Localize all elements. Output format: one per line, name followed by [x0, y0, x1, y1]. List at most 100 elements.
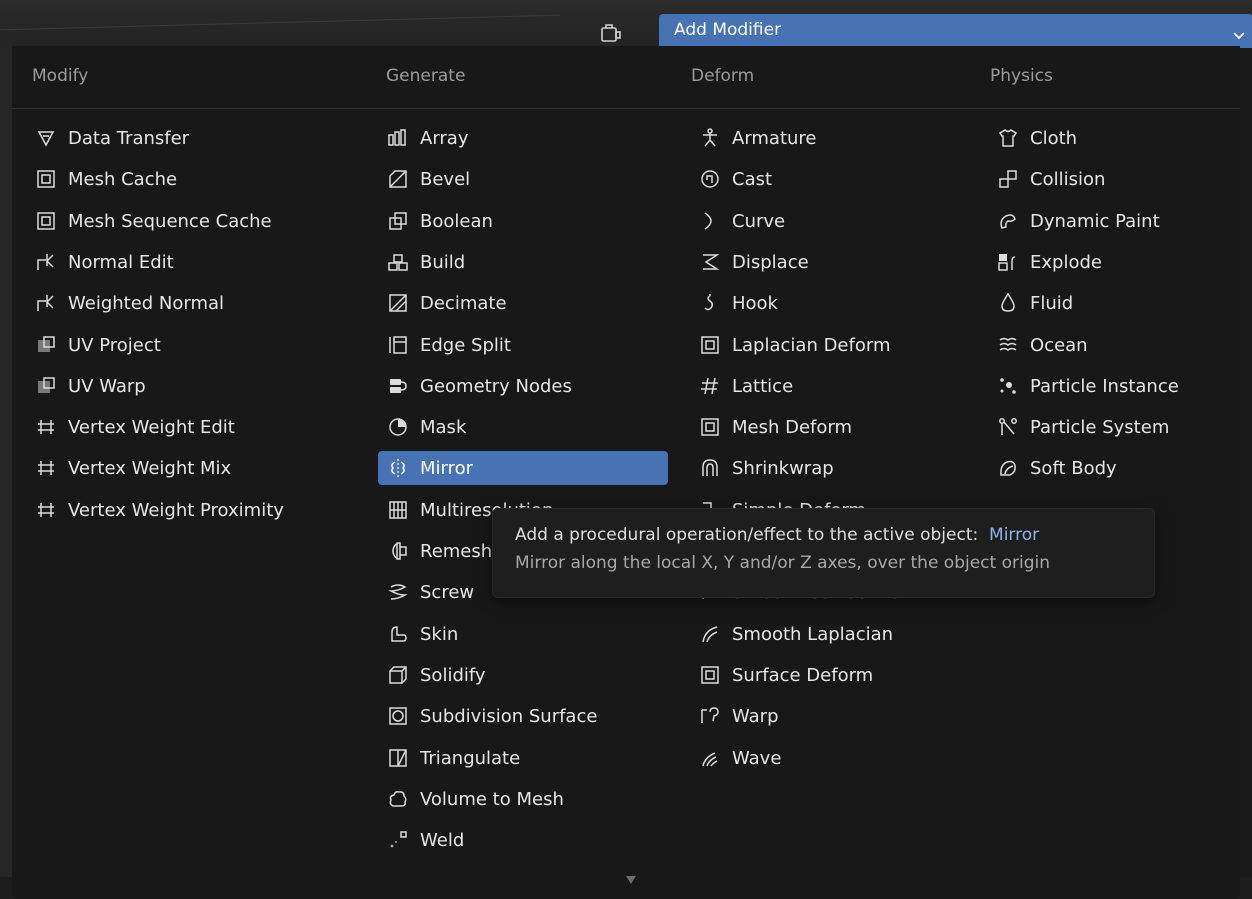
menu-item-vertex-weight-edit[interactable]: Vertex Weight Edit: [26, 410, 346, 444]
menu-item-label: UV Warp: [68, 375, 146, 397]
menu-item-curve[interactable]: Curve: [690, 204, 970, 238]
menu-item-label: Bevel: [420, 168, 471, 190]
cloth-icon: [996, 126, 1020, 150]
triangulate-icon: [386, 746, 410, 770]
menu-item-volume-to-mesh[interactable]: Volume to Mesh: [378, 782, 668, 816]
menu-item-surface-deform[interactable]: Surface Deform: [690, 658, 970, 692]
menu-item-mesh-sequence-cache[interactable]: Mesh Sequence Cache: [26, 204, 346, 238]
menu-item-particle-system[interactable]: Particle System: [988, 410, 1228, 444]
surface-deform-icon: [698, 663, 722, 687]
menu-item-solidify[interactable]: Solidify: [378, 658, 668, 692]
shrinkwrap-icon: [698, 456, 722, 480]
menu-item-label: Data Transfer: [68, 127, 190, 149]
menu-item-label: Lattice: [732, 375, 794, 397]
menu-item-cast[interactable]: Cast: [690, 162, 970, 196]
vertex-weight-icon: [34, 498, 58, 522]
menu-item-wave[interactable]: Wave: [690, 741, 970, 775]
menu-item-data-transfer[interactable]: Data Transfer: [26, 121, 346, 155]
menu-item-dynamic-paint[interactable]: Dynamic Paint: [988, 204, 1228, 238]
viewport-edge: [0, 46, 12, 899]
particle-system-icon: [996, 415, 1020, 439]
skin-icon: [386, 622, 410, 646]
menu-item-uv-warp[interactable]: UV Warp: [26, 369, 346, 403]
menu-item-label: Fluid: [1030, 292, 1074, 314]
menu-item-edge-split[interactable]: Edge Split: [378, 328, 668, 362]
scroll-down-arrow-icon[interactable]: [626, 876, 636, 884]
modifier-properties-icon[interactable]: [598, 20, 624, 46]
boolean-icon: [386, 209, 410, 233]
menu-item-weighted-normal[interactable]: Weighted Normal: [26, 286, 346, 320]
ocean-icon: [996, 333, 1020, 357]
menu-item-mesh-cache[interactable]: Mesh Cache: [26, 162, 346, 196]
menu-item-hook[interactable]: Hook: [690, 286, 970, 320]
menu-item-label: Vertex Weight Proximity: [68, 499, 284, 521]
menu-item-mesh-deform[interactable]: Mesh Deform: [690, 410, 970, 444]
menu-item-vertex-weight-mix[interactable]: Vertex Weight Mix: [26, 451, 346, 485]
menu-item-decimate[interactable]: Decimate: [378, 286, 668, 320]
menu-item-label: Vertex Weight Mix: [68, 457, 232, 479]
column-header-generate: Generate: [386, 66, 466, 86]
menu-item-label: Triangulate: [420, 747, 521, 769]
menu-item-weld[interactable]: Weld: [378, 823, 668, 857]
menu-item-particle-instance[interactable]: Particle Instance: [988, 369, 1228, 403]
fluid-icon: [996, 291, 1020, 315]
menu-item-label: Decimate: [420, 292, 507, 314]
menu-item-geometry-nodes[interactable]: Geometry Nodes: [378, 369, 668, 403]
solidify-icon: [386, 663, 410, 687]
menu-item-uv-project[interactable]: UV Project: [26, 328, 346, 362]
menu-item-shrinkwrap[interactable]: Shrinkwrap: [690, 451, 970, 485]
wave-icon: [698, 746, 722, 770]
soft-body-icon: [996, 456, 1020, 480]
menu-item-label: Cloth: [1030, 127, 1078, 149]
menu-item-boolean[interactable]: Boolean: [378, 204, 668, 238]
add-modifier-label: Add Modifier: [674, 20, 782, 40]
smooth-laplacian-icon: [698, 622, 722, 646]
column-header-deform: Deform: [691, 66, 755, 86]
menu-item-label: Armature: [732, 127, 817, 149]
menu-item-label: Dynamic Paint: [1030, 210, 1160, 232]
menu-item-label: Array: [420, 127, 469, 149]
menu-item-cloth[interactable]: Cloth: [988, 121, 1228, 155]
menu-item-lattice[interactable]: Lattice: [690, 369, 970, 403]
weld-icon: [386, 828, 410, 852]
menu-item-label: Weighted Normal: [68, 292, 225, 314]
menu-item-label: Solidify: [420, 664, 486, 686]
menu-item-mirror[interactable]: Mirror: [378, 451, 668, 485]
menu-item-soft-body[interactable]: Soft Body: [988, 451, 1228, 485]
menu-item-collision[interactable]: Collision: [988, 162, 1228, 196]
weighted-normal-icon: [34, 291, 58, 315]
menu-item-subdivision-surface[interactable]: Subdivision Surface: [378, 699, 668, 733]
menu-item-fluid[interactable]: Fluid: [988, 286, 1228, 320]
multiresolution-icon: [386, 498, 410, 522]
menu-item-armature[interactable]: Armature: [690, 121, 970, 155]
uv-project-icon: [34, 333, 58, 357]
chevron-down-icon: [1233, 26, 1245, 45]
menu-item-label: Smooth Laplacian: [732, 623, 894, 645]
add-modifier-dropdown[interactable]: Add Modifier: [659, 14, 1252, 48]
menu-item-label: UV Project: [68, 334, 161, 356]
menu-item-warp[interactable]: Warp: [690, 699, 970, 733]
particle-instance-icon: [996, 374, 1020, 398]
menu-item-skin[interactable]: Skin: [378, 617, 668, 651]
menu-item-build[interactable]: Build: [378, 245, 668, 279]
screw-icon: [386, 580, 410, 604]
menu-item-ocean[interactable]: Ocean: [988, 328, 1228, 362]
menu-item-vertex-weight-proximity[interactable]: Vertex Weight Proximity: [26, 493, 346, 527]
menu-item-smooth-laplacian[interactable]: Smooth Laplacian: [690, 617, 970, 651]
menu-item-normal-edit[interactable]: Normal Edit: [26, 245, 346, 279]
menu-item-explode[interactable]: Explode: [988, 245, 1228, 279]
menu-item-array[interactable]: Array: [378, 121, 668, 155]
menu-item-laplacian-deform[interactable]: Laplacian Deform: [690, 328, 970, 362]
menu-item-label: Shrinkwrap: [732, 457, 834, 479]
menu-item-bevel[interactable]: Bevel: [378, 162, 668, 196]
menu-item-displace[interactable]: Displace: [690, 245, 970, 279]
vertex-weight-icon: [34, 456, 58, 480]
column-header-modify: Modify: [32, 66, 89, 86]
menu-item-label: Warp: [732, 705, 779, 727]
mask-icon: [386, 415, 410, 439]
menu-item-label: Particle Instance: [1030, 375, 1179, 397]
menu-item-triangulate[interactable]: Triangulate: [378, 741, 668, 775]
menu-item-mask[interactable]: Mask: [378, 410, 668, 444]
menu-item-label: Screw: [420, 581, 475, 603]
tooltip: Add a procedural operation/effect to the…: [492, 508, 1155, 598]
